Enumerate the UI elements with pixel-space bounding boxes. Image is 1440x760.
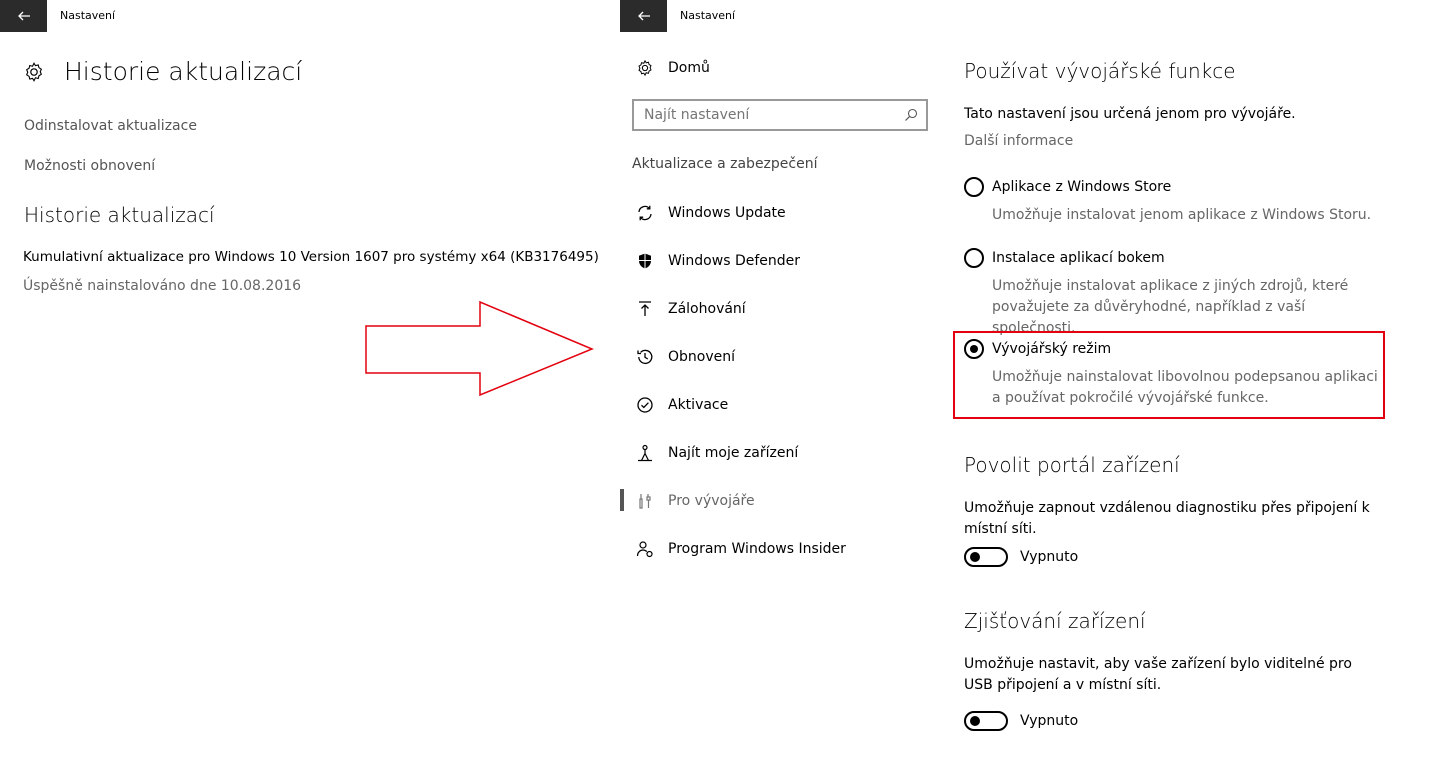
- radio-windows-store[interactable]: Aplikace z Windows Store: [964, 177, 1171, 197]
- radio-label: Instalace aplikací bokem: [992, 250, 1165, 266]
- page-title: Historie aktualizací: [64, 57, 303, 86]
- nav-item-label: Pro vývojáře: [668, 493, 755, 509]
- radio-sideload-apps[interactable]: Instalace aplikací bokem: [964, 248, 1165, 268]
- refresh-icon: [638, 205, 652, 221]
- person-pin-icon: [638, 444, 652, 462]
- content-subtitle: Tato nastavení jsou určená jenom pro výv…: [964, 106, 1296, 122]
- nav-item-recovery[interactable]: Obnovení: [636, 345, 735, 369]
- check-circle-icon: [637, 397, 653, 413]
- radio-label: Vývojářský režim: [992, 341, 1112, 357]
- radio-developer-mode[interactable]: Vývojářský režim: [964, 339, 1111, 359]
- device-portal-description: Umožňuje zapnout vzdálenou diagnostiku p…: [964, 500, 1370, 537]
- nav-item-windows-update[interactable]: Windows Update: [636, 201, 786, 225]
- insider-icon: [636, 541, 653, 558]
- nav-item-backup[interactable]: Zálohování: [636, 297, 746, 321]
- upload-icon: [639, 301, 651, 316]
- device-discovery-description: Umožňuje nastavit, aby vaše zařízení byl…: [964, 656, 1352, 693]
- nav-item-label: Windows Update: [668, 205, 786, 221]
- update-name-link[interactable]: Kumulativní aktualizace pro Windows 10 V…: [23, 249, 599, 265]
- device-portal-toggle[interactable]: [964, 547, 1008, 567]
- device-portal-toggle-row[interactable]: Vypnuto: [964, 547, 1078, 567]
- developer-tools-icon: [639, 494, 651, 509]
- back-button[interactable]: [0, 0, 47, 32]
- nav-group-label: Aktualizace a zabezpečení: [632, 156, 818, 172]
- shield-icon: [639, 253, 651, 269]
- search-input[interactable]: [644, 107, 884, 123]
- gear-icon: [638, 59, 652, 77]
- nav-item-windows-defender[interactable]: Windows Defender: [636, 249, 800, 273]
- recovery-options-link[interactable]: Možnosti obnovení: [24, 158, 155, 174]
- more-info-link[interactable]: Další informace: [964, 133, 1073, 149]
- device-discovery-title: Zjišťování zařízení: [964, 609, 1146, 633]
- radio-button[interactable]: [964, 177, 984, 197]
- search-icon: [905, 108, 918, 121]
- right-settings-window: Nastavení Domů Aktualizace a zabezpečení…: [620, 0, 1440, 760]
- radio-label: Aplikace z Windows Store: [992, 179, 1172, 195]
- toggle-label: Vypnuto: [1020, 713, 1079, 729]
- radio-button[interactable]: [964, 248, 984, 268]
- nav-item-label: Aktivace: [668, 397, 729, 413]
- device-discovery-toggle[interactable]: [964, 711, 1008, 731]
- radio-description: Umožňuje instalovat aplikace z jiných zd…: [992, 278, 1349, 336]
- radio-description: Umožňuje instalovat jenom aplikace z Win…: [992, 207, 1372, 223]
- content-title: Používat vývojářské funkce: [964, 59, 1236, 83]
- nav-home-label: Domů: [668, 60, 710, 76]
- back-button[interactable]: [620, 0, 667, 32]
- nav-item-windows-insider[interactable]: Program Windows Insider: [636, 537, 846, 561]
- titlebar: Nastavení: [620, 0, 1440, 32]
- update-status: Úspěšně nainstalováno dne 10.08.2016: [23, 278, 302, 294]
- nav-item-label: Program Windows Insider: [668, 541, 846, 557]
- nav-item-find-device[interactable]: Najít moje zařízení: [636, 441, 798, 465]
- search-box[interactable]: [632, 99, 928, 131]
- back-arrow-icon: [17, 11, 30, 21]
- section-title: Historie aktualizací: [24, 203, 215, 227]
- gear-icon: [25, 62, 43, 82]
- window-title: Nastavení: [60, 9, 116, 22]
- window-title: Nastavení: [680, 9, 736, 22]
- nav-item-label: Najít moje zařízení: [668, 445, 799, 461]
- titlebar: Nastavení: [0, 0, 620, 32]
- nav-item-activation[interactable]: Aktivace: [636, 393, 728, 417]
- nav-item-for-developers[interactable]: Pro vývojáře: [636, 489, 755, 513]
- radio-button-checked[interactable]: [964, 339, 984, 359]
- uninstall-updates-link[interactable]: Odinstalovat aktualizace: [24, 118, 197, 134]
- nav-home[interactable]: Domů: [636, 59, 710, 77]
- nav-item-label: Windows Defender: [668, 253, 801, 269]
- left-settings-window: Nastavení Historie aktualizací Odinstalo…: [0, 0, 620, 760]
- nav-item-label: Obnovení: [668, 349, 736, 365]
- toggle-label: Vypnuto: [1020, 549, 1079, 565]
- back-arrow-icon: [637, 11, 650, 21]
- nav-active-indicator: [620, 489, 624, 511]
- history-icon: [637, 349, 653, 365]
- radio-description: Umožňuje nainstalovat libovolnou podepsa…: [992, 369, 1378, 406]
- device-discovery-toggle-row[interactable]: Vypnuto: [964, 711, 1078, 731]
- nav-item-label: Zálohování: [668, 301, 746, 317]
- device-portal-title: Povolit portál zařízení: [964, 453, 1180, 477]
- red-arrow-annotation: [365, 300, 594, 397]
